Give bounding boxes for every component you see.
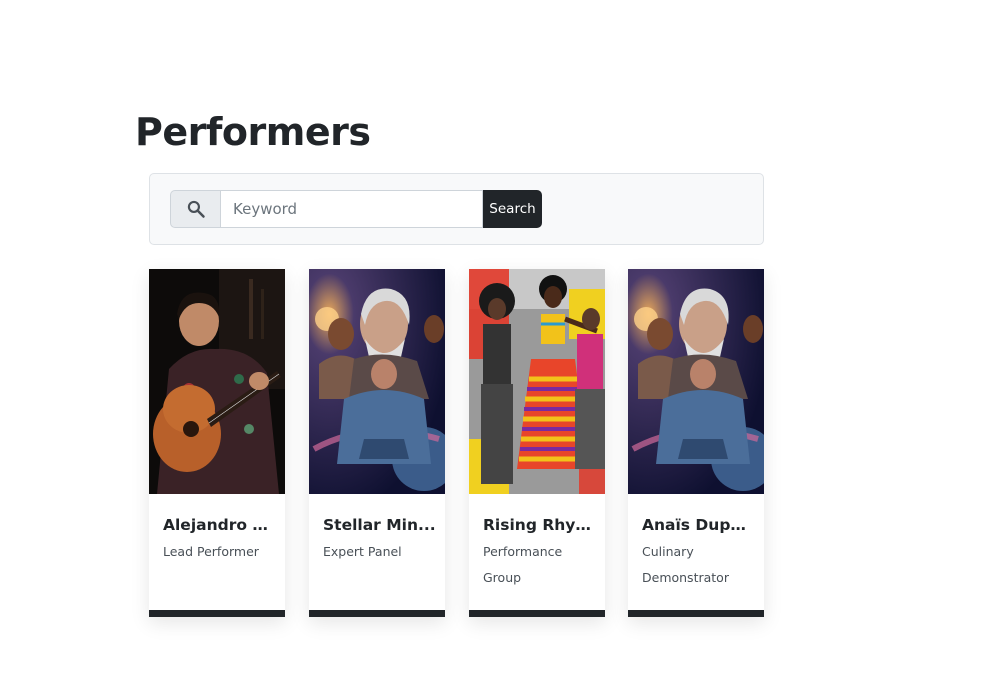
performer-role: Expert Panel: [323, 544, 402, 559]
dancers-collage[interactable]: [469, 269, 605, 494]
search-button[interactable]: Search: [483, 190, 542, 228]
guitarist-photo[interactable]: [149, 269, 285, 494]
card-footer-bar: [469, 610, 605, 617]
search-group: Search: [170, 190, 542, 228]
card-footer-bar: [309, 610, 445, 617]
card-footer-bar: [628, 610, 764, 617]
cosmic-panel-collage[interactable]: [309, 269, 445, 494]
performer-name: Rising Rhyt...: [483, 516, 597, 534]
performer-name: Alejandro C...: [163, 516, 277, 534]
performer-role: Lead Performer: [163, 544, 259, 559]
performer-role: Performance Group: [483, 544, 563, 585]
card-footer-bar: [149, 610, 285, 617]
search-addon: [170, 190, 220, 228]
page-title: Performers: [135, 110, 371, 154]
performer-role: Culinary Demonstrator: [642, 544, 729, 585]
search-input[interactable]: [220, 190, 483, 228]
search-icon: [187, 200, 205, 218]
performer-name: Stellar Min...: [323, 516, 436, 534]
cosmic-panel-collage[interactable]: [628, 269, 764, 494]
search-panel: Search: [149, 173, 764, 245]
performer-card[interactable]: Anaïs Dupont Culinary Demonstrator: [628, 269, 764, 617]
performer-name: Anaïs Dupont: [642, 516, 756, 534]
performer-card[interactable]: Alejandro C... Lead Performer: [149, 269, 285, 617]
performer-card[interactable]: Stellar Min... Expert Panel: [309, 269, 445, 617]
performer-card[interactable]: Rising Rhyt... Performance Group: [469, 269, 605, 617]
